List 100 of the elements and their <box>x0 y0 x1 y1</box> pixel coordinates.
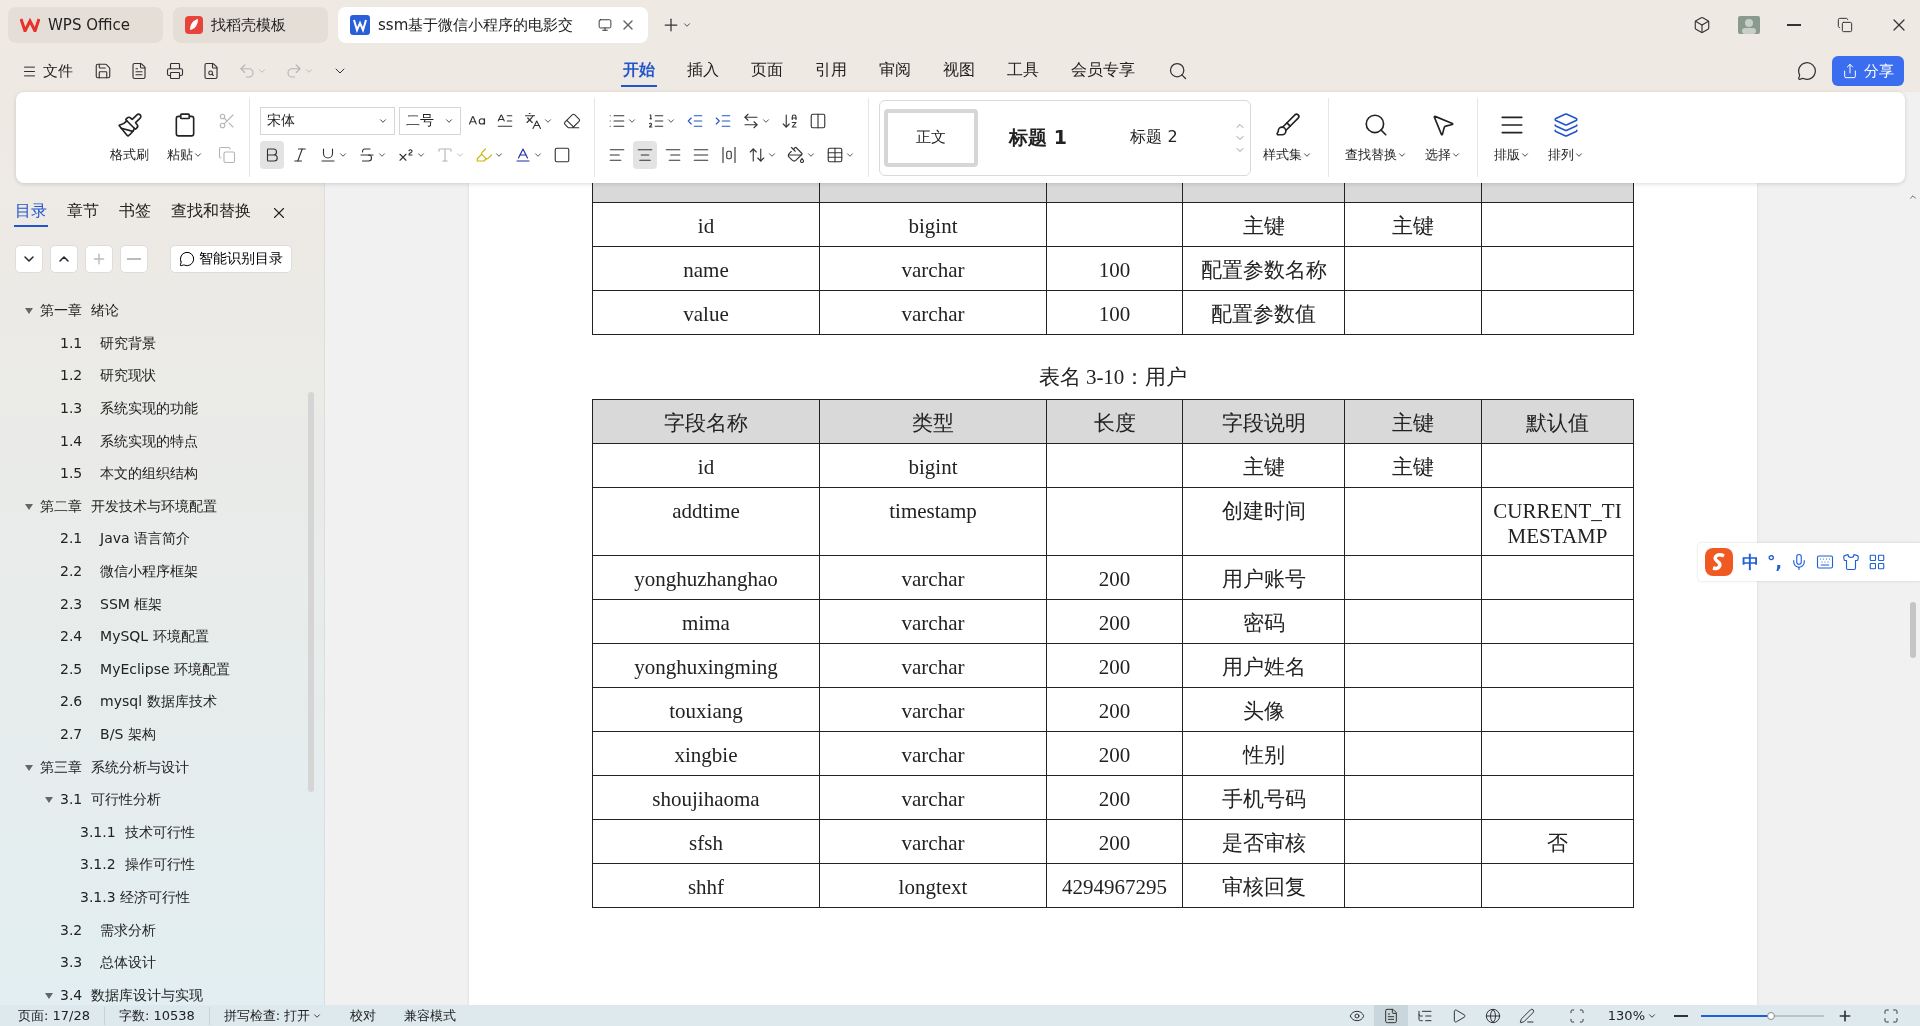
toc-item[interactable]: 2.6 mysql 数据库技术 <box>60 693 217 712</box>
cube-icon <box>1693 16 1711 34</box>
table-caption: 表名 3-10：用户 <box>1038 364 1188 391</box>
font-size-select[interactable]: 二号 <box>399 106 461 135</box>
window-tab[interactable]: ssm基于微信小程序的电影交 <box>338 7 648 43</box>
ribbon-tab[interactable]: 工具 <box>1005 55 1041 87</box>
caret-icon <box>682 20 692 30</box>
toc-item[interactable]: 1.4 系统实现的特点 <box>60 432 199 451</box>
format-button[interactable] <box>260 140 284 169</box>
table-cell: varchar <box>819 731 1047 776</box>
keyboard-icon <box>1815 553 1834 571</box>
toc-item[interactable]: 1.2 研究现状 <box>60 367 157 386</box>
toc-item[interactable]: 3.2 需求分析 <box>60 921 157 940</box>
panel-tab[interactable]: 章节 <box>66 198 100 227</box>
toc-item[interactable]: 3.4 数据库设计与实现 <box>60 986 204 1005</box>
share-button[interactable]: 分享 <box>1832 56 1904 86</box>
outline-button[interactable] <box>15 245 43 273</box>
arrange-button[interactable]: 排列 <box>1542 107 1590 168</box>
leaf-logo-icon <box>185 16 203 34</box>
smart-toc-button[interactable]: 智能识别目录 <box>170 245 292 273</box>
column-header: 主键 <box>1344 399 1482 444</box>
save-icon <box>94 62 112 80</box>
punctuation-toggle[interactable]: °, <box>1767 552 1782 572</box>
toc-item[interactable]: 第一章 绪论 <box>40 302 119 321</box>
toc-item[interactable]: 2.2 微信小程序框架 <box>60 563 199 582</box>
table-cell: 200 <box>1046 599 1183 644</box>
window-tab[interactable]: 找稻壳模板 <box>173 7 328 43</box>
share-icon <box>1842 63 1858 79</box>
toc-item[interactable]: 1.1 研究背景 <box>60 334 157 353</box>
toc-item[interactable]: 1.3 系统实现的功能 <box>60 400 199 419</box>
proofread-button[interactable]: 校对 <box>336 1006 391 1025</box>
zoom-slider[interactable] <box>1701 1014 1824 1017</box>
table-cell: sfsh <box>592 819 820 864</box>
table-cell: varchar <box>819 599 1047 644</box>
strikethrough-icon <box>358 145 376 164</box>
panel-tab[interactable]: 查找和替换 <box>170 198 252 227</box>
table-cell: 配置参数名称 <box>1182 246 1345 291</box>
ribbon-tab[interactable]: 插入 <box>685 55 721 87</box>
page-count: 页面: 17/28 <box>18 1006 105 1025</box>
panel-tab[interactable]: 目录 <box>14 198 48 227</box>
toc-item[interactable]: 3.1.3 经济可行性 <box>80 889 191 907</box>
toc-item[interactable]: 2.4 MySQL 环境配置 <box>60 628 209 647</box>
toc-item[interactable]: 3.1 可行性分析 <box>60 791 162 810</box>
table-cell: 审核回复 <box>1182 863 1345 908</box>
window-tab[interactable]: WPS Office <box>8 7 163 43</box>
ribbon-tab[interactable]: 引用 <box>813 55 849 87</box>
table-cell: 否 <box>1481 819 1634 864</box>
compat-mode-button[interactable]: 兼容模式 <box>390 1006 471 1025</box>
shrink-font-icon <box>496 111 514 130</box>
font-select[interactable]: 宋体 <box>260 106 395 135</box>
scissors-icon <box>218 111 236 130</box>
find-replace-button[interactable]: 查找替换 <box>1339 107 1413 168</box>
document-logo-icon <box>350 15 370 35</box>
ribbon-tab[interactable]: 开始 <box>621 55 657 87</box>
align-button[interactable] <box>633 140 657 169</box>
toc-item[interactable]: 2.3 SSM 框架 <box>60 595 163 614</box>
toc-item[interactable]: 3.1.2 操作可行性 <box>80 856 195 875</box>
toc-item[interactable]: 3.1.1 技术可行性 <box>80 823 195 842</box>
table-cell: mima <box>592 599 820 644</box>
toc-item[interactable]: 第三章 系统分析与设计 <box>40 758 189 777</box>
border-icon <box>826 145 844 164</box>
toc-item[interactable]: 2.5 MyEclipse 环境配置 <box>60 660 230 679</box>
table-cell: 200 <box>1046 687 1183 732</box>
typesetting-button[interactable]: 排版 <box>1488 107 1536 168</box>
style-set-button[interactable]: 样式集 <box>1257 107 1318 168</box>
slider-thumb[interactable] <box>1767 1011 1776 1020</box>
panel-tab[interactable]: 书签 <box>118 198 152 227</box>
minus-icon <box>1674 1014 1688 1017</box>
table-cell: varchar <box>819 819 1047 864</box>
table-cell: shhf <box>592 863 820 908</box>
zoom-level-button[interactable]: 130% <box>1593 1008 1671 1023</box>
table-cell: 手机号码 <box>1182 775 1345 820</box>
page-icon <box>1382 1007 1399 1024</box>
toc-item[interactable]: 3.3 总体设计 <box>60 954 157 973</box>
caret-icon[interactable] <box>24 762 34 773</box>
fit-icon <box>1568 1007 1585 1024</box>
select-button[interactable]: 选择 <box>1419 107 1467 168</box>
ime-logo-icon[interactable] <box>1704 547 1734 577</box>
ribbon-tab[interactable]: 页面 <box>749 55 785 87</box>
toc-item[interactable]: 2.1 Java 语言简介 <box>60 530 191 549</box>
table-cell: yonghuzhanghao <box>592 555 820 600</box>
table-cell: 主键 <box>1344 202 1482 247</box>
toc-item[interactable]: 2.7 B/S 架构 <box>60 726 156 744</box>
format-painter-button[interactable]: 格式刷 <box>104 107 155 168</box>
shirt-icon <box>1841 553 1860 571</box>
style-option[interactable]: 正文 <box>884 108 978 167</box>
outline-button[interactable] <box>50 245 78 273</box>
toc-item[interactable]: 1.5 本文的组织结构 <box>60 465 199 484</box>
paste-button[interactable]: 粘贴 <box>161 107 209 168</box>
caret-icon[interactable] <box>44 990 54 1001</box>
input-mode-toggle[interactable]: 中 <box>1742 550 1759 574</box>
ribbon-tab[interactable]: 会员专享 <box>1069 55 1137 87</box>
spell-check-button[interactable]: 拼写检查: 打开 <box>209 1006 337 1025</box>
file-menu[interactable]: 文件 <box>16 60 79 82</box>
toc-item[interactable]: 第二章 开发技术与环境配置 <box>40 497 217 516</box>
grid-icon <box>1867 553 1886 571</box>
view-mode-button[interactable] <box>1373 1005 1408 1026</box>
caret-icon[interactable] <box>24 501 34 512</box>
ribbon-tab[interactable]: 审阅 <box>877 55 913 87</box>
ribbon-tab[interactable]: 视图 <box>941 55 977 87</box>
